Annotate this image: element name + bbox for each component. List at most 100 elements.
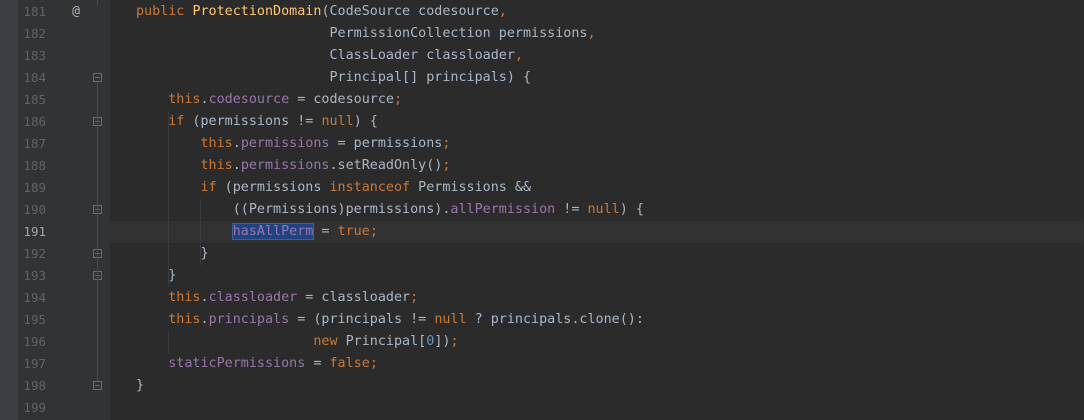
- code-line[interactable]: }: [136, 265, 176, 287]
- code-token: ((Permissions)permissions).: [136, 202, 451, 217]
- code-line[interactable]: }: [136, 375, 144, 397]
- indent-guide: [168, 111, 169, 287]
- code-token: }: [136, 246, 209, 261]
- fold-toggle-icon[interactable]: [93, 73, 102, 82]
- code-token: Permissions &&: [410, 180, 532, 195]
- code-token: .: [232, 136, 241, 151]
- code-line[interactable]: hasAllPerm = true;: [136, 221, 378, 243]
- code-token: Principal[: [337, 334, 427, 349]
- line-number[interactable]: 198: [18, 375, 46, 397]
- line-number[interactable]: 193: [18, 265, 46, 287]
- code-line[interactable]: if (permissions instanceof Permissions &…: [136, 177, 532, 199]
- code-token: permissions: [240, 158, 330, 173]
- line-number[interactable]: 191: [18, 221, 46, 243]
- code-token: ) {: [619, 202, 644, 217]
- code-line[interactable]: PermissionCollection permissions,: [136, 23, 595, 45]
- code-line[interactable]: }: [136, 243, 209, 265]
- code-token: if: [168, 114, 185, 129]
- code-token: .: [200, 92, 209, 107]
- code-token: if: [200, 180, 217, 195]
- code-token: .: [232, 158, 241, 173]
- fold-guide: [97, 0, 98, 5]
- code-token: permissions: [240, 136, 330, 151]
- code-line[interactable]: ((Permissions)permissions).allPermission…: [136, 199, 644, 221]
- line-number[interactable]: 199: [18, 397, 46, 419]
- code-token: = classloader: [297, 290, 411, 305]
- code-token: ? principals.clone():: [466, 312, 644, 327]
- line-number[interactable]: 187: [18, 133, 46, 155]
- code-token: ;: [394, 92, 403, 107]
- fold-range-line: [97, 214, 98, 249]
- line-number[interactable]: 186: [18, 111, 46, 133]
- code-token: classloader: [208, 290, 298, 305]
- line-number[interactable]: 195: [18, 309, 46, 331]
- code-editor[interactable]: 181 @ public ProtectionDomain(CodeSource c…: [0, 0, 1084, 420]
- code-token: (permissions: [216, 180, 330, 195]
- override-marker-icon[interactable]: @: [69, 1, 83, 23]
- line-number[interactable]: 190: [18, 199, 46, 221]
- line-number[interactable]: 182: [18, 23, 46, 45]
- fold-range-line: [97, 126, 98, 271]
- code-line[interactable]: ClassLoader classloader,: [136, 45, 523, 67]
- code-line[interactable]: staticPermissions = false;: [136, 353, 378, 375]
- fold-toggle-icon[interactable]: [93, 381, 102, 390]
- line-number[interactable]: 194: [18, 287, 46, 309]
- code-token: staticPermissions: [168, 356, 306, 371]
- code-token: principals: [208, 312, 290, 327]
- code-line[interactable]: this.codesource = codesource;: [136, 89, 402, 111]
- code-token: (CodeSource codesource: [321, 4, 499, 19]
- code-token: null: [434, 312, 467, 327]
- line-number[interactable]: 183: [18, 45, 46, 67]
- code-token: this: [168, 92, 201, 107]
- code-token: }: [136, 378, 145, 393]
- code-token: !=: [555, 202, 588, 217]
- code-token: ) {: [353, 114, 378, 129]
- code-line[interactable]: public ProtectionDomain(CodeSource codes…: [136, 1, 507, 23]
- line-number[interactable]: 189: [18, 177, 46, 199]
- code-token: .setReadOnly(): [329, 158, 443, 173]
- code-token: this: [200, 158, 233, 173]
- code-token: true: [337, 224, 370, 239]
- code-line[interactable]: new Principal[0]);: [136, 331, 459, 353]
- code-token: ,: [514, 48, 523, 63]
- tool-window-strip: [0, 0, 18, 420]
- code-line[interactable]: Principal[] principals) {: [136, 67, 531, 89]
- code-token: ,: [498, 4, 507, 19]
- code-token: }: [136, 268, 177, 283]
- code-line[interactable]: this.principals = (principals != null ? …: [136, 309, 644, 331]
- line-number[interactable]: 192: [18, 243, 46, 265]
- code-token: = codesource: [289, 92, 394, 107]
- code-token: (permissions !=: [184, 114, 322, 129]
- code-token: ;: [450, 334, 459, 349]
- code-line[interactable]: this.classloader = classloader;: [136, 287, 418, 309]
- code-line[interactable]: if (permissions != null) {: [136, 111, 378, 133]
- selected-identifier: hasAllPerm: [231, 223, 315, 240]
- code-line[interactable]: this.permissions = permissions;: [136, 133, 451, 155]
- code-token: .: [200, 290, 209, 305]
- code-token: ]): [434, 334, 451, 349]
- line-number[interactable]: 184: [18, 67, 46, 89]
- code-token: PermissionCollection permissions: [136, 26, 588, 41]
- code-token: allPermission: [450, 202, 556, 217]
- code-token: this: [168, 312, 201, 327]
- code-token: public: [136, 4, 193, 19]
- line-number[interactable]: 197: [18, 353, 46, 375]
- code-token: instanceof: [329, 180, 411, 195]
- indent-guide: [168, 331, 169, 353]
- code-token: ;: [442, 136, 451, 151]
- code-token: codesource: [208, 92, 290, 107]
- code-token: this: [168, 290, 201, 305]
- code-token: ClassLoader classloader: [136, 48, 515, 63]
- line-number[interactable]: 181: [18, 1, 46, 23]
- code-token: null: [321, 114, 354, 129]
- line-number[interactable]: 188: [18, 155, 46, 177]
- code-line[interactable]: this.permissions.setReadOnly();: [136, 155, 451, 177]
- line-number[interactable]: 185: [18, 89, 46, 111]
- code-token: =: [305, 356, 330, 371]
- line-number[interactable]: 196: [18, 331, 46, 353]
